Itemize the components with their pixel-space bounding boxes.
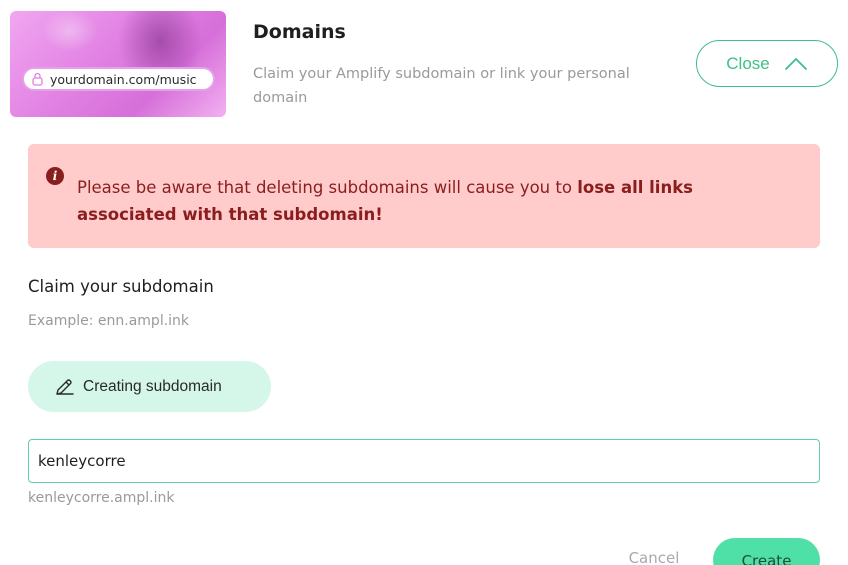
subdomain-example: Example: enn.ampl.ink	[28, 313, 190, 329]
url-chip-text: yourdomain.com/music	[50, 71, 197, 87]
subdomain-input[interactable]	[28, 439, 820, 483]
url-chip: yourdomain.com/music	[22, 67, 215, 91]
page-description: Claim your Amplify subdomain or link you…	[253, 66, 630, 106]
creating-subdomain-button[interactable]: Creating subdomain	[28, 361, 271, 412]
subdomain-preview: kenleycorre.ampl.ink	[28, 490, 175, 506]
domain-hero-image: yourdomain.com/music	[10, 11, 226, 117]
chevron-up-icon	[784, 57, 807, 70]
alert-message: Please be aware that deleting subdomains…	[77, 174, 797, 228]
creating-subdomain-label: Creating subdomain	[83, 377, 222, 395]
pencil-icon	[56, 378, 74, 395]
create-button[interactable]: Create	[713, 538, 820, 565]
page-title: Domains	[253, 21, 346, 43]
close-button-label: Close	[726, 53, 770, 73]
lock-icon	[32, 72, 43, 86]
warning-alert: i Please be aware that deleting subdomai…	[28, 144, 820, 248]
claim-subdomain-title: Claim your subdomain	[28, 277, 214, 296]
alert-text-normal: Please be aware that deleting subdomains…	[77, 178, 578, 197]
cancel-button[interactable]: Cancel	[612, 544, 696, 565]
close-button[interactable]: Close	[696, 40, 838, 87]
info-icon: i	[46, 167, 64, 185]
